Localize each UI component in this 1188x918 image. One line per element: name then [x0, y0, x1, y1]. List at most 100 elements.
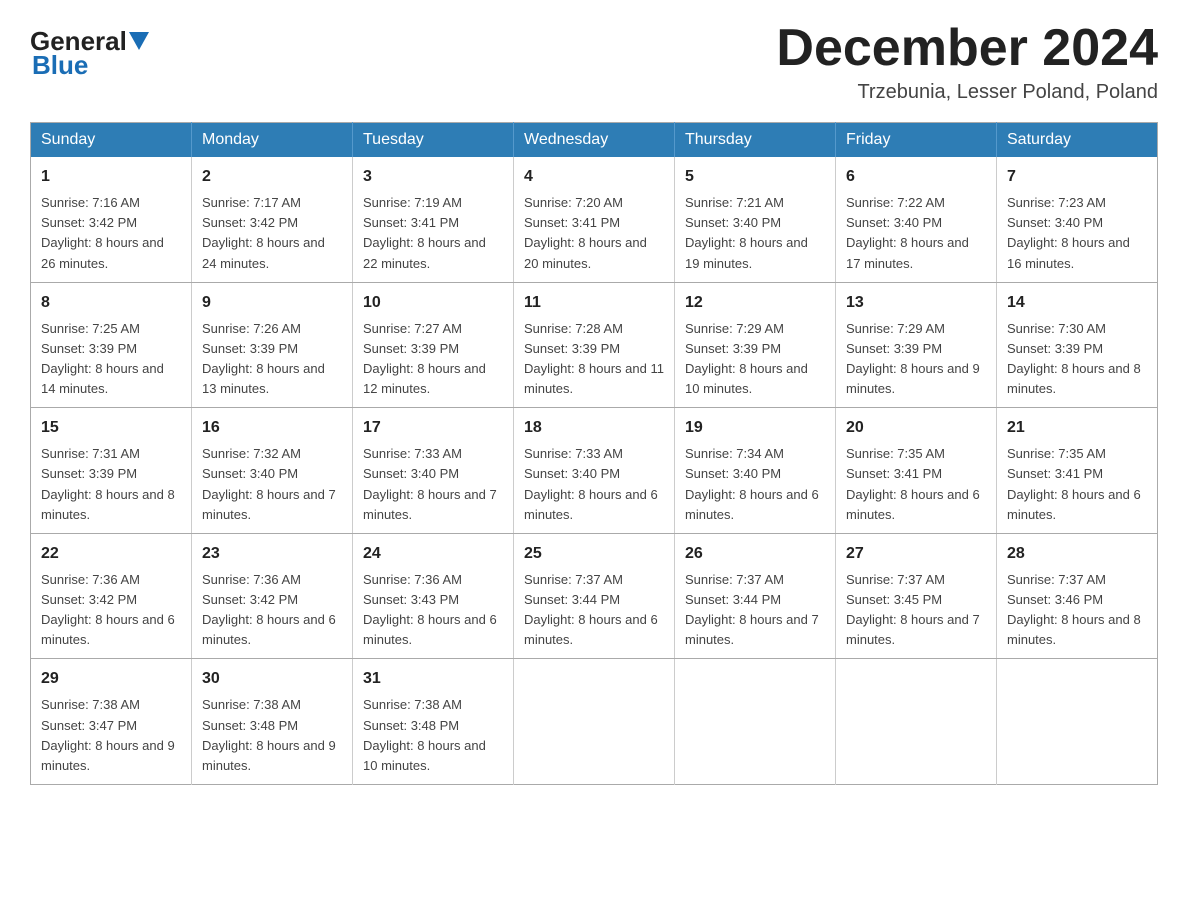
day-number: 30 [202, 667, 342, 691]
day-number: 18 [524, 416, 664, 440]
calendar-body: 1Sunrise: 7:16 AMSunset: 3:42 PMDaylight… [31, 157, 1158, 784]
day-info: Sunrise: 7:19 AMSunset: 3:41 PMDaylight:… [363, 195, 486, 270]
day-info: Sunrise: 7:35 AMSunset: 3:41 PMDaylight:… [1007, 446, 1141, 521]
day-cell: 27Sunrise: 7:37 AMSunset: 3:45 PMDayligh… [836, 533, 997, 659]
weekday-header-tuesday: Tuesday [353, 123, 514, 158]
day-cell [675, 659, 836, 785]
day-cell [514, 659, 675, 785]
weekday-header-saturday: Saturday [997, 123, 1158, 158]
day-number: 28 [1007, 542, 1147, 566]
day-number: 4 [524, 165, 664, 189]
day-info: Sunrise: 7:36 AMSunset: 3:42 PMDaylight:… [41, 572, 175, 647]
day-cell: 5Sunrise: 7:21 AMSunset: 3:40 PMDaylight… [675, 157, 836, 282]
day-info: Sunrise: 7:26 AMSunset: 3:39 PMDaylight:… [202, 321, 325, 396]
day-number: 9 [202, 291, 342, 315]
day-cell: 15 Sunrise: 7:31 AMSunset: 3:39 PMDayligh… [31, 408, 192, 534]
day-cell: 14 Sunrise: 7:30 AMSunset: 3:39 PMDayligh… [997, 282, 1158, 408]
day-info: Sunrise: 7:37 AMSunset: 3:46 PMDaylight:… [1007, 572, 1141, 647]
day-info: Sunrise: 7:30 AMSunset: 3:39 PMDaylight:… [1007, 321, 1141, 396]
logo-blue-text: Blue [30, 50, 88, 81]
day-cell: 4 Sunrise: 7:20 AMSunset: 3:41 PMDaylight… [514, 157, 675, 282]
day-info: Sunrise: 7:29 AMSunset: 3:39 PMDaylight:… [846, 321, 980, 396]
day-cell: 22 Sunrise: 7:36 AMSunset: 3:42 PMDayligh… [31, 533, 192, 659]
day-number: 24 [363, 542, 503, 566]
week-row-4: 22 Sunrise: 7:36 AMSunset: 3:42 PMDayligh… [31, 533, 1158, 659]
day-info: Sunrise: 7:36 AMSunset: 3:42 PMDaylight:… [202, 572, 336, 647]
day-number: 20 [846, 416, 986, 440]
weekday-header-friday: Friday [836, 123, 997, 158]
day-number: 26 [685, 542, 825, 566]
day-cell: 17 Sunrise: 7:33 AMSunset: 3:40 PMDayligh… [353, 408, 514, 534]
location-subtitle: Trzebunia, Lesser Poland, Poland [776, 81, 1158, 104]
day-number: 11 [524, 291, 664, 315]
day-number: 15 [41, 416, 181, 440]
day-info: Sunrise: 7:28 AMSunset: 3:39 PMDaylight:… [524, 321, 664, 396]
day-info: Sunrise: 7:20 AMSunset: 3:41 PMDaylight:… [524, 195, 647, 270]
day-cell: 10 Sunrise: 7:27 AMSunset: 3:39 PMDayligh… [353, 282, 514, 408]
day-number: 6 [846, 165, 986, 189]
day-number: 13 [846, 291, 986, 315]
day-info: Sunrise: 7:36 AMSunset: 3:43 PMDaylight:… [363, 572, 497, 647]
day-info: Sunrise: 7:31 AMSunset: 3:39 PMDaylight:… [41, 446, 175, 521]
day-cell: 11 Sunrise: 7:28 AMSunset: 3:39 PMDayligh… [514, 282, 675, 408]
day-number: 5 [685, 165, 825, 189]
day-cell: 29Sunrise: 7:38 AMSunset: 3:47 PMDayligh… [31, 659, 192, 785]
weekday-header-sunday: Sunday [31, 123, 192, 158]
week-row-2: 8Sunrise: 7:25 AMSunset: 3:39 PMDaylight… [31, 282, 1158, 408]
day-info: Sunrise: 7:38 AMSunset: 3:47 PMDaylight:… [41, 697, 175, 772]
day-cell: 8Sunrise: 7:25 AMSunset: 3:39 PMDaylight… [31, 282, 192, 408]
day-cell: 3Sunrise: 7:19 AMSunset: 3:41 PMDaylight… [353, 157, 514, 282]
week-row-1: 1Sunrise: 7:16 AMSunset: 3:42 PMDaylight… [31, 157, 1158, 282]
day-number: 23 [202, 542, 342, 566]
day-number: 31 [363, 667, 503, 691]
day-info: Sunrise: 7:33 AMSunset: 3:40 PMDaylight:… [524, 446, 658, 521]
day-cell: 28 Sunrise: 7:37 AMSunset: 3:46 PMDayligh… [997, 533, 1158, 659]
day-info: Sunrise: 7:34 AMSunset: 3:40 PMDaylight:… [685, 446, 819, 521]
day-cell: 24 Sunrise: 7:36 AMSunset: 3:43 PMDayligh… [353, 533, 514, 659]
weekday-header-wednesday: Wednesday [514, 123, 675, 158]
day-info: Sunrise: 7:22 AMSunset: 3:40 PMDaylight:… [846, 195, 969, 270]
day-info: Sunrise: 7:38 AMSunset: 3:48 PMDaylight:… [363, 697, 486, 772]
day-cell: 21 Sunrise: 7:35 AMSunset: 3:41 PMDayligh… [997, 408, 1158, 534]
day-cell: 9 Sunrise: 7:26 AMSunset: 3:39 PMDaylight… [192, 282, 353, 408]
day-cell: 25 Sunrise: 7:37 AMSunset: 3:44 PMDayligh… [514, 533, 675, 659]
day-number: 17 [363, 416, 503, 440]
day-info: Sunrise: 7:16 AMSunset: 3:42 PMDaylight:… [41, 195, 164, 270]
day-info: Sunrise: 7:35 AMSunset: 3:41 PMDaylight:… [846, 446, 980, 521]
title-area: December 2024 Trzebunia, Lesser Poland, … [776, 20, 1158, 104]
day-info: Sunrise: 7:37 AMSunset: 3:45 PMDaylight:… [846, 572, 980, 647]
day-cell: 31 Sunrise: 7:38 AMSunset: 3:48 PMDayligh… [353, 659, 514, 785]
day-cell: 19 Sunrise: 7:34 AMSunset: 3:40 PMDayligh… [675, 408, 836, 534]
day-info: Sunrise: 7:17 AMSunset: 3:42 PMDaylight:… [202, 195, 325, 270]
day-cell: 1Sunrise: 7:16 AMSunset: 3:42 PMDaylight… [31, 157, 192, 282]
week-row-3: 15 Sunrise: 7:31 AMSunset: 3:39 PMDayligh… [31, 408, 1158, 534]
day-info: Sunrise: 7:29 AMSunset: 3:39 PMDaylight:… [685, 321, 808, 396]
day-number: 14 [1007, 291, 1147, 315]
day-number: 2 [202, 165, 342, 189]
day-number: 25 [524, 542, 664, 566]
day-number: 12 [685, 291, 825, 315]
weekday-header-row: SundayMondayTuesdayWednesdayThursdayFrid… [31, 123, 1158, 158]
day-number: 8 [41, 291, 181, 315]
day-number: 22 [41, 542, 181, 566]
day-number: 19 [685, 416, 825, 440]
day-cell: 2 Sunrise: 7:17 AMSunset: 3:42 PMDaylight… [192, 157, 353, 282]
day-cell: 30Sunrise: 7:38 AMSunset: 3:48 PMDayligh… [192, 659, 353, 785]
header: General Blue December 2024 Trzebunia, Le… [30, 20, 1158, 104]
day-info: Sunrise: 7:27 AMSunset: 3:39 PMDaylight:… [363, 321, 486, 396]
day-cell: 23 Sunrise: 7:36 AMSunset: 3:42 PMDayligh… [192, 533, 353, 659]
day-info: Sunrise: 7:37 AMSunset: 3:44 PMDaylight:… [685, 572, 819, 647]
day-info: Sunrise: 7:37 AMSunset: 3:44 PMDaylight:… [524, 572, 658, 647]
day-cell [997, 659, 1158, 785]
day-info: Sunrise: 7:33 AMSunset: 3:40 PMDaylight:… [363, 446, 497, 521]
logo-triangle-icon [129, 32, 149, 50]
day-info: Sunrise: 7:32 AMSunset: 3:40 PMDaylight:… [202, 446, 336, 521]
day-cell: 7Sunrise: 7:23 AMSunset: 3:40 PMDaylight… [997, 157, 1158, 282]
weekday-header-thursday: Thursday [675, 123, 836, 158]
weekday-header-monday: Monday [192, 123, 353, 158]
day-number: 21 [1007, 416, 1147, 440]
day-cell: 20 Sunrise: 7:35 AMSunset: 3:41 PMDayligh… [836, 408, 997, 534]
month-title: December 2024 [776, 20, 1158, 77]
day-number: 10 [363, 291, 503, 315]
day-cell: 6 Sunrise: 7:22 AMSunset: 3:40 PMDaylight… [836, 157, 997, 282]
